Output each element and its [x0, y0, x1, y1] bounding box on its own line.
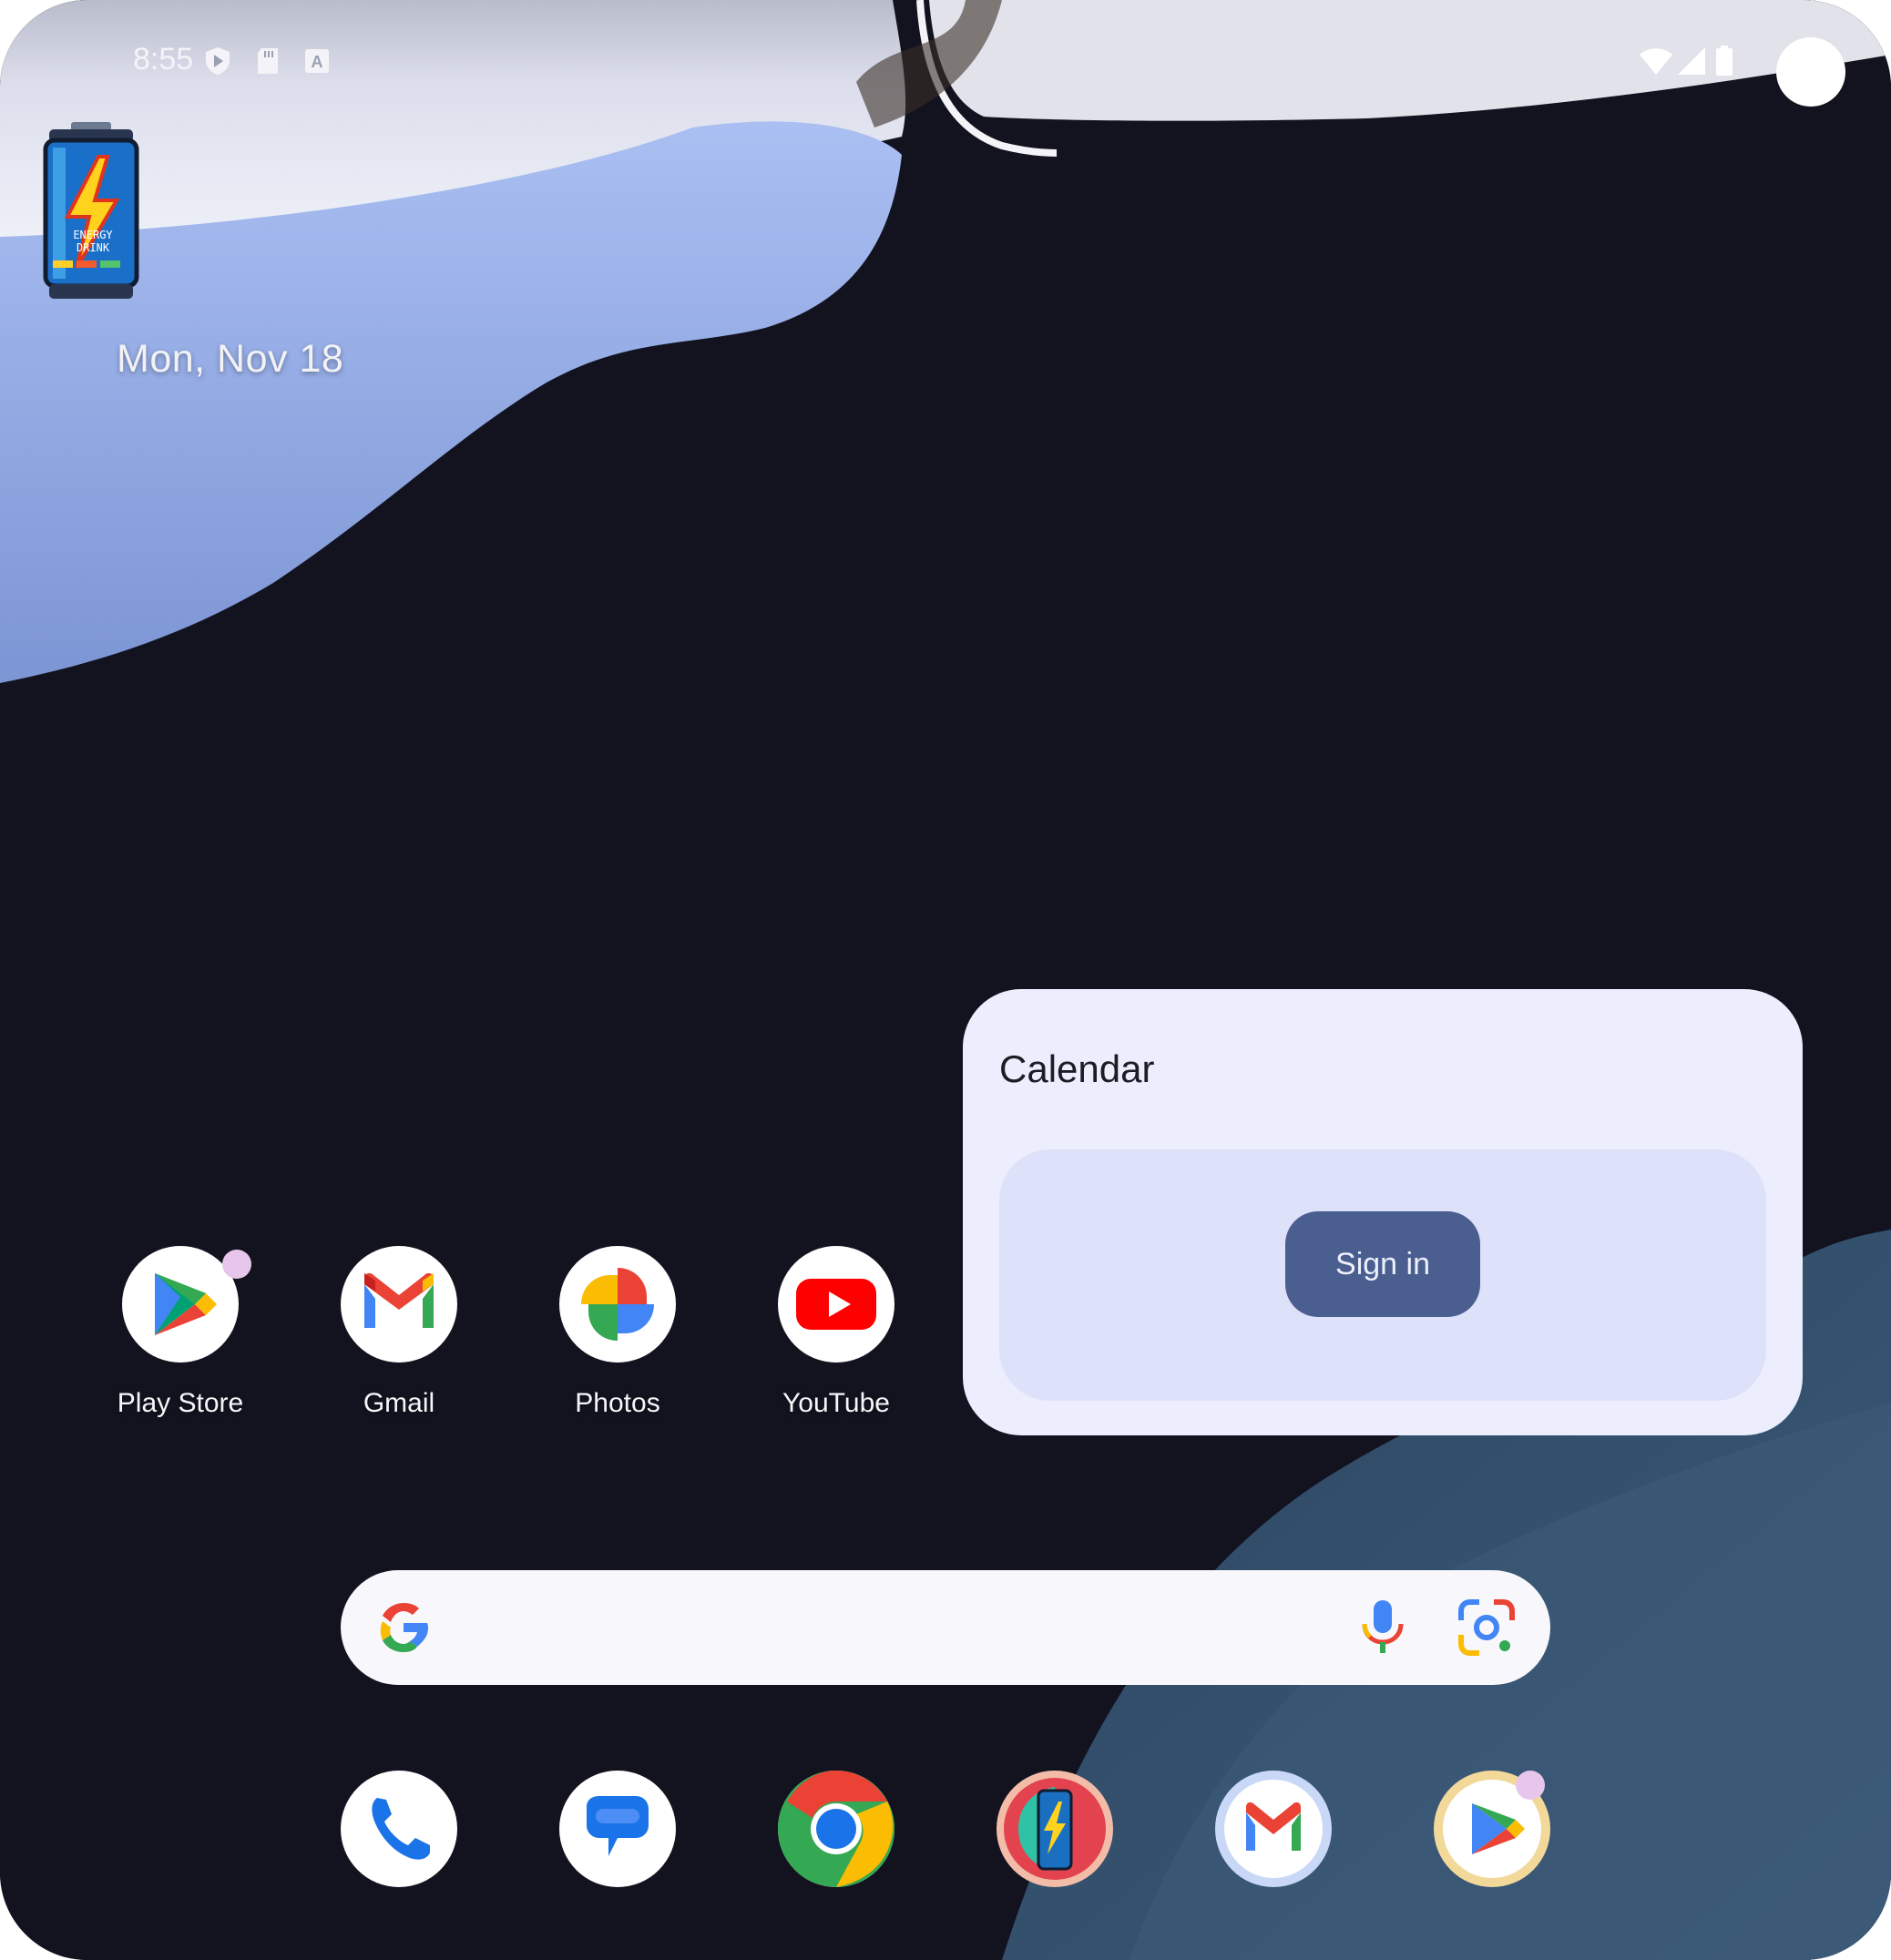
play-store-icon — [122, 1246, 239, 1363]
app-label: YouTube — [782, 1388, 890, 1418]
keyboard-a-icon: A — [302, 46, 333, 77]
svg-text:DRINK: DRINK — [77, 241, 110, 254]
app-play-store[interactable]: Play Store — [89, 1246, 271, 1446]
wifi-icon — [1638, 46, 1674, 81]
date-label[interactable]: Mon, Nov 18 — [117, 337, 343, 382]
status-time: 8:55 — [133, 42, 194, 77]
phone-icon — [372, 1798, 430, 1860]
microphone-icon[interactable] — [1348, 1593, 1417, 1662]
home-screen: 8:55 A ENERGY DRINK Mon, Nov 18 Play Sto… — [0, 0, 1891, 1960]
app-photos[interactable]: Photos — [526, 1246, 709, 1446]
app-gmail[interactable]: Gmail — [308, 1246, 490, 1446]
gmail-icon — [1224, 1780, 1323, 1878]
dock-chrome[interactable] — [778, 1771, 894, 1887]
app-label: Gmail — [363, 1388, 435, 1418]
dock-energy-drink[interactable] — [997, 1771, 1113, 1887]
app-label: Photos — [575, 1388, 660, 1418]
sign-in-button[interactable]: Sign in — [1285, 1211, 1480, 1317]
chrome-icon — [778, 1771, 894, 1887]
youtube-icon — [778, 1246, 894, 1363]
dock-messages[interactable] — [559, 1771, 676, 1887]
dock-phone[interactable] — [341, 1771, 457, 1887]
svg-text:A: A — [312, 53, 323, 71]
dock-gmail[interactable] — [1215, 1771, 1332, 1887]
photos-icon — [559, 1246, 676, 1363]
google-lens-icon[interactable] — [1452, 1593, 1521, 1662]
calendar-title: Calendar — [999, 1047, 1155, 1090]
calendar-signin-panel: Sign in — [999, 1149, 1766, 1401]
messages-icon — [587, 1796, 649, 1856]
shield-play-icon — [202, 46, 233, 77]
battery-icon — [1714, 46, 1734, 81]
google-search-bar[interactable] — [341, 1570, 1550, 1685]
camera-cutout — [1776, 37, 1845, 107]
app-youtube[interactable]: YouTube — [745, 1246, 927, 1446]
cell-signal-icon — [1676, 46, 1707, 81]
energy-drink-app-icon — [1004, 1778, 1106, 1880]
status-bar: 8:55 A — [0, 0, 1891, 128]
sd-card-icon — [253, 46, 284, 77]
energy-drink-can-icon[interactable]: ENERGY DRINK — [40, 122, 142, 308]
notification-dot — [1516, 1771, 1545, 1800]
gmail-icon — [341, 1246, 457, 1363]
calendar-widget[interactable]: Calendar Sign in — [963, 989, 1803, 1435]
app-label: Play Store — [117, 1388, 244, 1418]
svg-text:ENERGY: ENERGY — [73, 229, 113, 241]
notification-dot — [222, 1250, 251, 1279]
google-g-icon — [380, 1603, 428, 1652]
